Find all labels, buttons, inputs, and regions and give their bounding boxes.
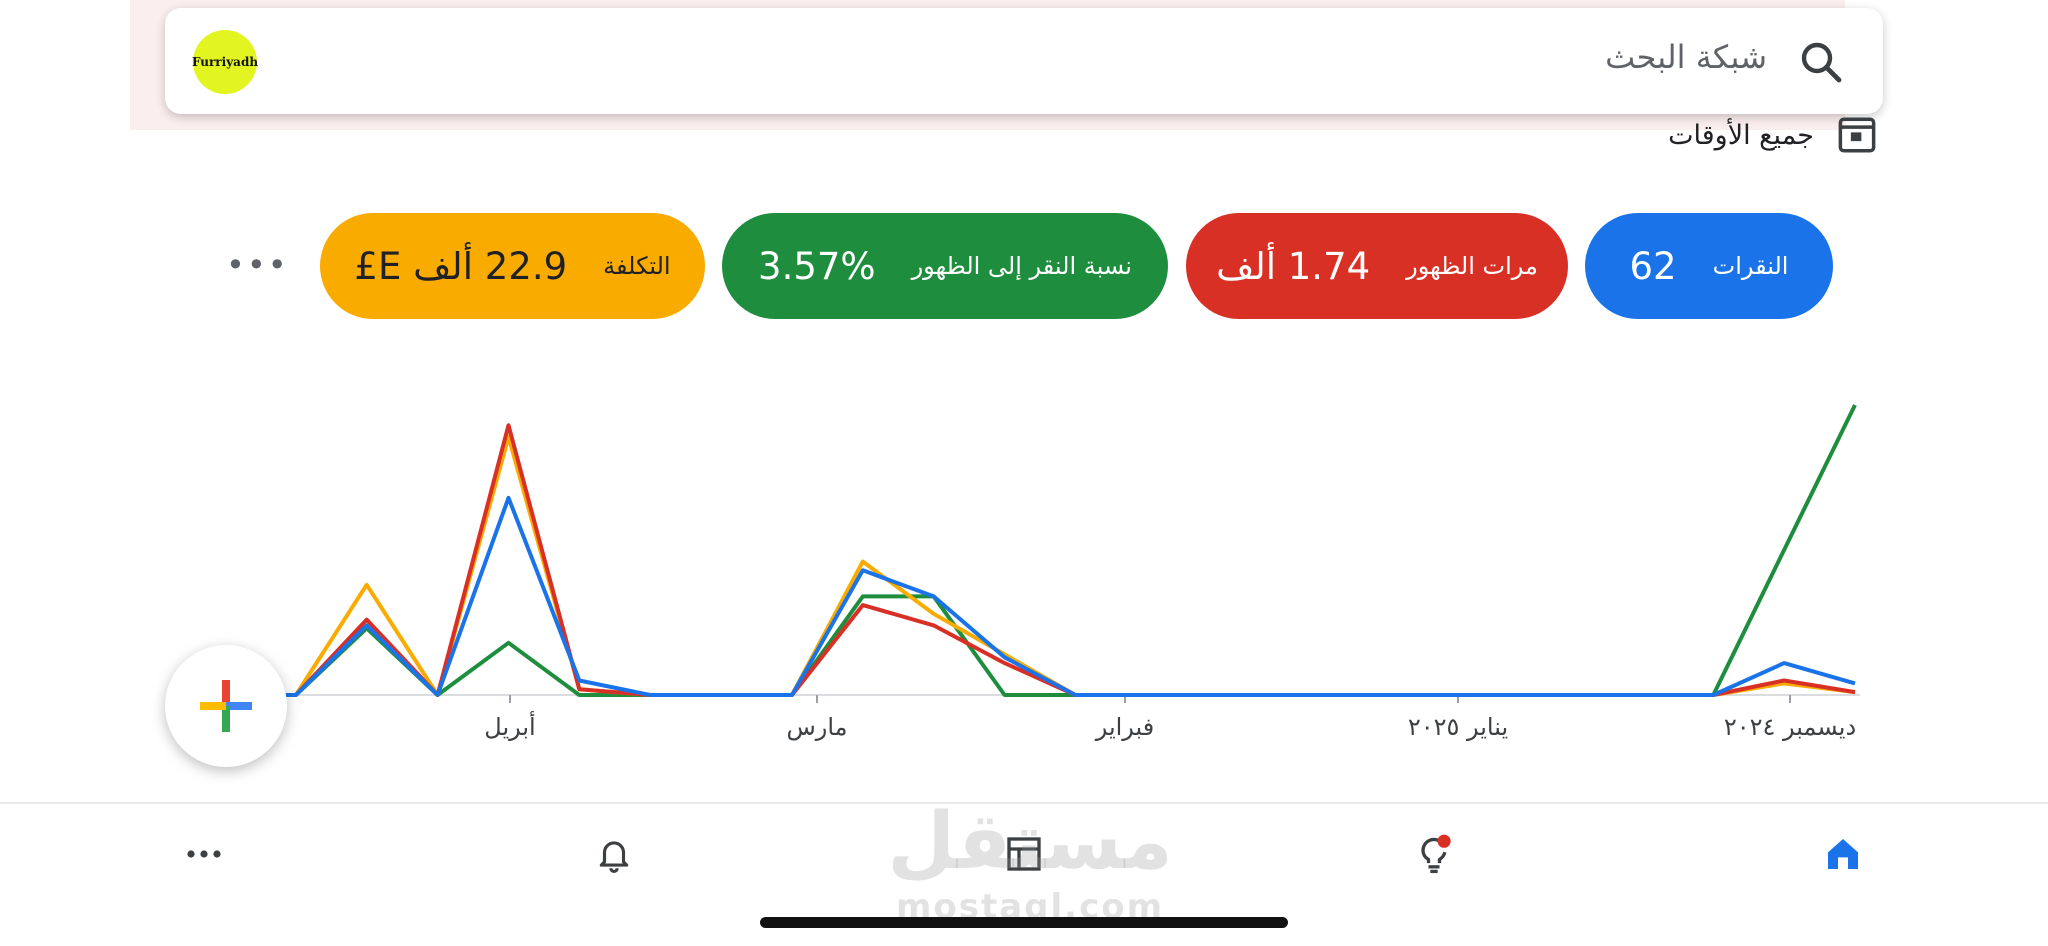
home-icon bbox=[1828, 839, 1858, 869]
search-icon[interactable] bbox=[1797, 38, 1845, 86]
metric-value: 3.57% bbox=[758, 244, 876, 288]
series-line bbox=[225, 404, 1857, 697]
search-placeholder[interactable]: شبكة البحث bbox=[1605, 38, 1767, 76]
calendar-icon bbox=[1838, 117, 1876, 153]
series-line bbox=[225, 423, 1856, 697]
time-range-selector[interactable]: جميع الأوقات bbox=[1668, 112, 1878, 158]
logo-text: Furriyadh bbox=[191, 55, 259, 69]
x-axis-tick-label: ديسمبر ٢٠٢٤ bbox=[1724, 713, 1856, 741]
metric-pill-cost[interactable]: التكلفة 22.9 ألف E£ bbox=[320, 213, 705, 319]
nav-more[interactable] bbox=[172, 826, 236, 882]
metric-value: 22.9 ألف E£ bbox=[354, 244, 568, 288]
metric-pill-ctr[interactable]: نسبة النقر إلى الظهور 3.57% bbox=[722, 213, 1168, 319]
x-axis-tick-label: فبراير bbox=[1095, 713, 1155, 741]
metric-pill-impressions[interactable]: مرات الظهور 1.74 ألف bbox=[1186, 213, 1568, 319]
x-axis-tick-label: أبريل bbox=[484, 711, 535, 741]
time-range-label: جميع الأوقات bbox=[1668, 119, 1814, 151]
plus-icon bbox=[200, 680, 252, 732]
metric-pill-clicks[interactable]: النقرات 62 bbox=[1585, 213, 1833, 319]
nav-campaigns[interactable] bbox=[992, 826, 1056, 882]
series-line bbox=[225, 495, 1856, 697]
more-horizontal-icon: ••• bbox=[226, 246, 289, 284]
metric-value: 1.74 ألف bbox=[1216, 244, 1371, 288]
metric-label: نسبة النقر إلى الظهور bbox=[911, 252, 1132, 280]
x-axis-tick-label: مارس bbox=[786, 713, 847, 741]
metric-label: النقرات bbox=[1712, 252, 1789, 280]
more-metrics-button[interactable]: ••• bbox=[226, 240, 287, 290]
performance-line-chart: ديسمبر ٢٠٢٤ يناير ٢٠٢٥ فبراير مارس أبريل bbox=[215, 404, 1860, 741]
x-axis-tick-label: يناير ٢٠٢٥ bbox=[1408, 713, 1508, 741]
nav-home[interactable] bbox=[1811, 826, 1875, 882]
home-indicator bbox=[760, 917, 1288, 928]
metric-value: 62 bbox=[1629, 244, 1677, 288]
metric-label: مرات الظهور bbox=[1406, 252, 1538, 280]
nav-recommendations[interactable] bbox=[1402, 826, 1466, 882]
bell-icon bbox=[599, 841, 629, 873]
metric-pills: النقرات 62 مرات الظهور 1.74 ألف نسبة الن… bbox=[0, 213, 2048, 319]
nav-notifications[interactable] bbox=[582, 826, 646, 882]
create-fab-button[interactable] bbox=[165, 645, 287, 767]
metric-label: التكلفة bbox=[603, 252, 671, 280]
lightbulb-icon bbox=[1421, 834, 1451, 874]
table-icon bbox=[1007, 837, 1041, 871]
more-horizontal-icon bbox=[187, 850, 221, 858]
account-logo[interactable]: Furriyadh bbox=[191, 30, 259, 94]
search-bar[interactable]: Furriyadh شبكة البحث bbox=[165, 8, 1883, 114]
